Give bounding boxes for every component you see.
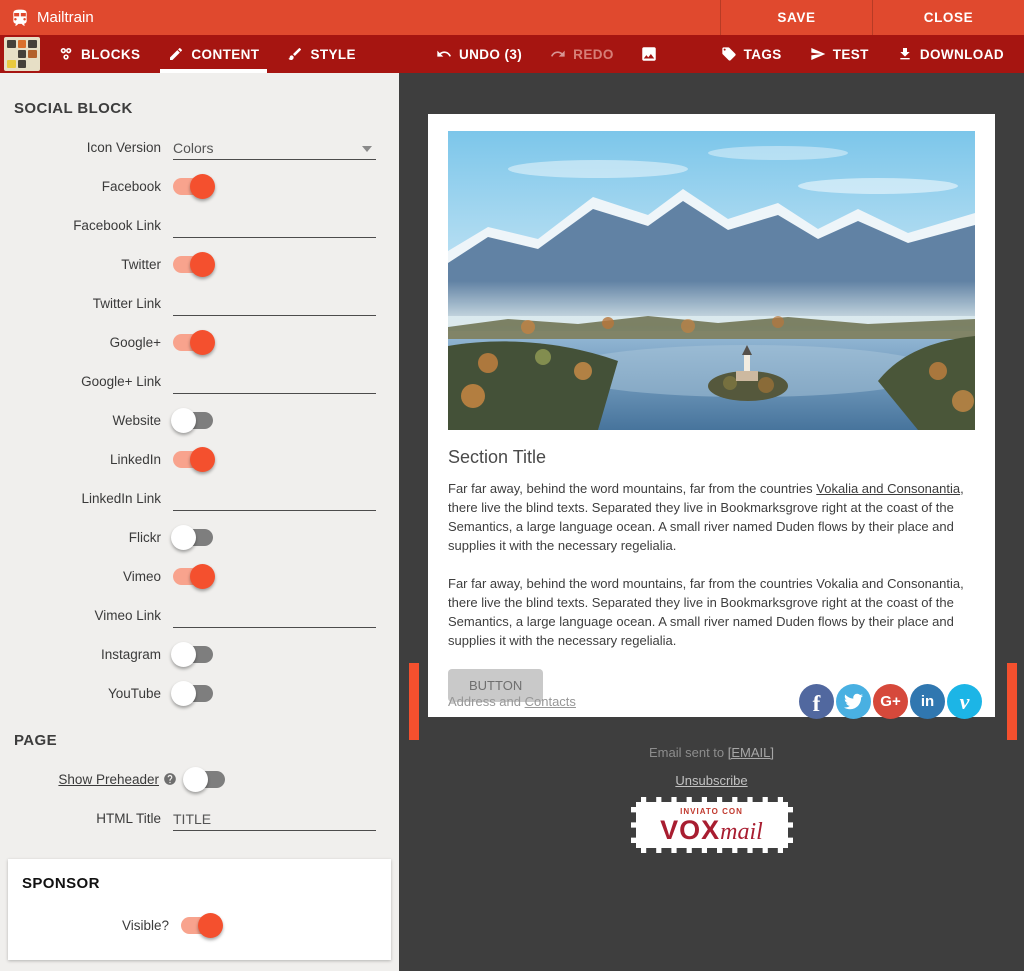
editor-toolbar: BLOCKS CONTENT STYLE UNDO (3) REDO — [0, 35, 1024, 73]
email-placeholder-link[interactable]: [EMAIL] — [728, 745, 774, 760]
form-row: Website — [0, 407, 399, 433]
undo-icon — [436, 46, 452, 62]
instagram-toggle[interactable] — [173, 646, 213, 663]
social-icons-row: f G+ in v — [799, 684, 982, 719]
unsubscribe-link[interactable]: Unsubscribe — [675, 773, 747, 788]
email-sent-line: Email sent to [EMAIL] — [399, 745, 1024, 760]
html-title-input[interactable]: TITLE — [173, 805, 376, 831]
vimeo-link-input[interactable] — [173, 602, 376, 628]
sponsor-visible-toggle[interactable] — [181, 917, 221, 934]
linkedin-toggle[interactable] — [173, 451, 213, 468]
tab-style[interactable]: STYLE — [273, 35, 370, 73]
top-header: Mailtrain SAVE CLOSE — [0, 0, 1024, 35]
download-icon — [897, 46, 913, 62]
paper-plane-icon — [810, 46, 826, 62]
facebook-toggle[interactable] — [173, 178, 213, 195]
form-row: Google+ — [0, 329, 399, 355]
linkedin-icon[interactable]: in — [910, 684, 945, 719]
vokalia-link[interactable]: Vokalia and Consonantia — [816, 481, 960, 496]
form-row: Google+ Link — [0, 368, 399, 394]
help-icon[interactable] — [163, 772, 177, 786]
show-preheader-link[interactable]: Show Preheader — [58, 772, 159, 787]
sponsor-heading: SPONSOR — [22, 875, 391, 892]
undo-button[interactable]: UNDO (3) — [422, 35, 536, 73]
form-row: Visible? — [8, 912, 391, 938]
image-icon — [640, 45, 658, 63]
form-row: LinkedIn Link — [0, 485, 399, 511]
tab-content[interactable]: CONTENT — [154, 35, 273, 73]
brush-icon — [287, 46, 303, 62]
form-row: Facebook Link — [0, 212, 399, 238]
twitter-icon[interactable] — [836, 684, 871, 719]
facebook-icon[interactable]: f — [799, 684, 834, 719]
form-row: Show Preheader — [0, 766, 399, 792]
sponsor-section: SPONSOR Visible? — [8, 859, 391, 960]
redo-icon — [550, 46, 566, 62]
form-row: HTML Title TITLE — [0, 805, 399, 831]
tags-button[interactable]: TAGS — [707, 35, 796, 73]
email-hero-image[interactable] — [448, 131, 975, 430]
form-row: Twitter Link — [0, 290, 399, 316]
train-icon — [10, 8, 30, 28]
mosaico-logo — [4, 37, 40, 71]
paragraph-2[interactable]: Far far away, behind the word mountains,… — [448, 574, 975, 650]
voxmail-brand: VOXmail — [660, 817, 763, 844]
form-row: Icon Version Colors — [0, 134, 399, 160]
form-row: YouTube — [0, 680, 399, 706]
pencil-icon — [168, 46, 184, 62]
contacts-link[interactable]: Contacts — [525, 694, 576, 709]
image-gallery-button[interactable] — [628, 35, 670, 73]
flickr-toggle[interactable] — [173, 529, 213, 546]
app-brand: Mailtrain — [0, 8, 94, 28]
google-plus-link-input[interactable] — [173, 368, 376, 394]
close-button[interactable]: CLOSE — [872, 0, 1024, 35]
show-preheader-toggle[interactable] — [185, 771, 225, 788]
form-row: Vimeo — [0, 563, 399, 589]
voxmail-stamp-logo[interactable]: INVIATO CON VOXmail — [631, 797, 793, 853]
redo-button[interactable]: REDO — [536, 35, 628, 73]
save-button[interactable]: SAVE — [720, 0, 872, 35]
form-row: Instagram — [0, 641, 399, 667]
social-block-heading: SOCIAL BLOCK — [14, 100, 399, 117]
form-row: LinkedIn — [0, 446, 399, 472]
test-button[interactable]: TEST — [796, 35, 883, 73]
email-preview: Section Title Far far away, behind the w… — [399, 73, 1024, 971]
youtube-toggle[interactable] — [173, 685, 213, 702]
twitter-toggle[interactable] — [173, 256, 213, 273]
google-plus-toggle[interactable] — [173, 334, 213, 351]
form-row: Facebook — [0, 173, 399, 199]
email-footer-block: Address and Contacts f G+ in v — [399, 663, 1024, 740]
section-title[interactable]: Section Title — [448, 447, 975, 468]
blocks-icon — [58, 46, 74, 62]
chevron-down-icon — [362, 146, 372, 152]
icon-version-select[interactable]: Colors — [173, 134, 376, 160]
page-heading: PAGE — [14, 732, 399, 749]
email-body-block: Section Title Far far away, behind the w… — [428, 114, 995, 717]
download-button[interactable]: DOWNLOAD — [883, 35, 1018, 73]
app-title: Mailtrain — [37, 9, 94, 26]
twitter-link-input[interactable] — [173, 290, 376, 316]
tag-icon — [721, 46, 737, 62]
form-row: Twitter — [0, 251, 399, 277]
linkedin-link-input[interactable] — [173, 485, 376, 511]
address-text: Address and Contacts — [448, 694, 576, 709]
vimeo-toggle[interactable] — [173, 568, 213, 585]
settings-panel: SOCIAL BLOCK Icon Version Colors Faceboo… — [0, 73, 399, 971]
tab-blocks[interactable]: BLOCKS — [44, 35, 154, 73]
form-row: Flickr — [0, 524, 399, 550]
form-row: Vimeo Link — [0, 602, 399, 628]
vimeo-icon[interactable]: v — [947, 684, 982, 719]
website-toggle[interactable] — [173, 412, 213, 429]
google-plus-icon[interactable]: G+ — [873, 684, 908, 719]
paragraph-1[interactable]: Far far away, behind the word mountains,… — [448, 479, 975, 555]
facebook-link-input[interactable] — [173, 212, 376, 238]
